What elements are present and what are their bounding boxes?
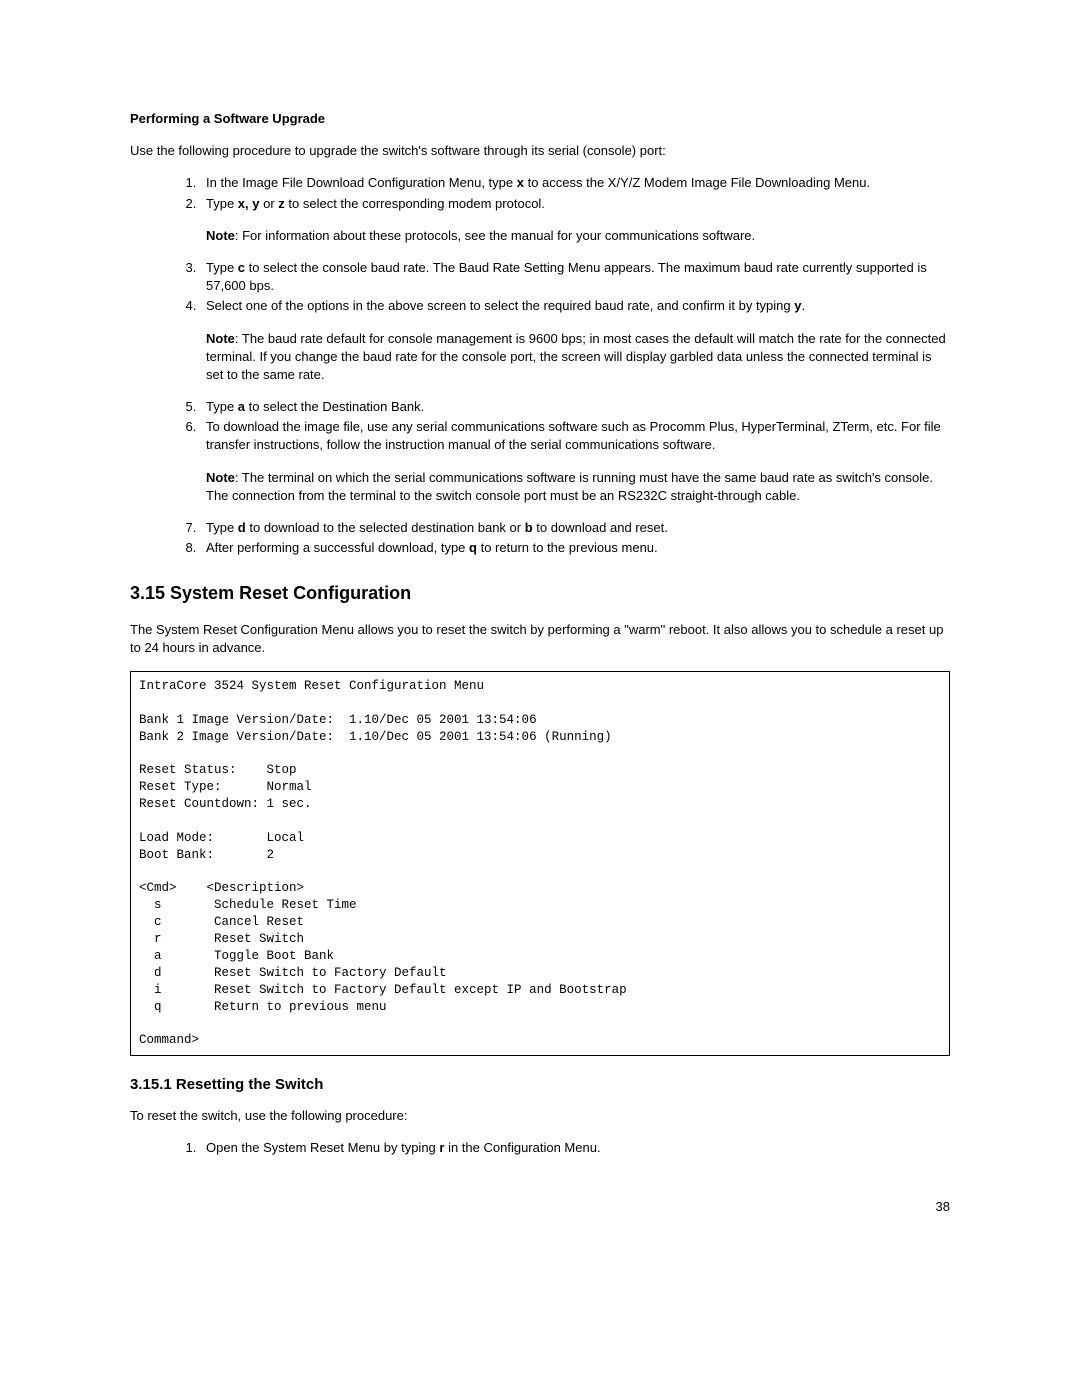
reset-step-1: Open the System Reset Menu by typing r i… <box>200 1139 950 1157</box>
step-6: To download the image file, use any seri… <box>200 418 950 505</box>
step-3: Type c to select the console baud rate. … <box>200 259 950 295</box>
step-1: In the Image File Download Configuration… <box>200 174 950 192</box>
upgrade-steps-list: In the Image File Download Configuration… <box>130 174 950 557</box>
note-protocols: Note: For information about these protoc… <box>206 227 950 245</box>
note-terminal: Note: The terminal on which the serial c… <box>206 469 950 505</box>
step-8: After performing a successful download, … <box>200 539 950 557</box>
note-baud: Note: The baud rate default for console … <box>206 330 950 385</box>
resetting-paragraph: To reset the switch, use the following p… <box>130 1107 950 1125</box>
step-7: Type d to download to the selected desti… <box>200 519 950 537</box>
heading-resetting-switch: 3.15.1 Resetting the Switch <box>130 1074 950 1095</box>
section-title-upgrade: Performing a Software Upgrade <box>130 110 950 128</box>
document-page: Performing a Software Upgrade Use the fo… <box>0 0 1080 1276</box>
step-4: Select one of the options in the above s… <box>200 297 950 384</box>
heading-system-reset: 3.15 System Reset Configuration <box>130 581 950 606</box>
step-5: Type a to select the Destination Bank. <box>200 398 950 416</box>
terminal-output: IntraCore 3524 System Reset Configuratio… <box>130 671 950 1056</box>
reset-steps-list: Open the System Reset Menu by typing r i… <box>130 1139 950 1157</box>
intro-paragraph: Use the following procedure to upgrade t… <box>130 142 950 160</box>
page-number: 38 <box>130 1198 950 1216</box>
system-reset-paragraph: The System Reset Configuration Menu allo… <box>130 621 950 657</box>
step-2: Type x, y or z to select the correspondi… <box>200 195 950 245</box>
